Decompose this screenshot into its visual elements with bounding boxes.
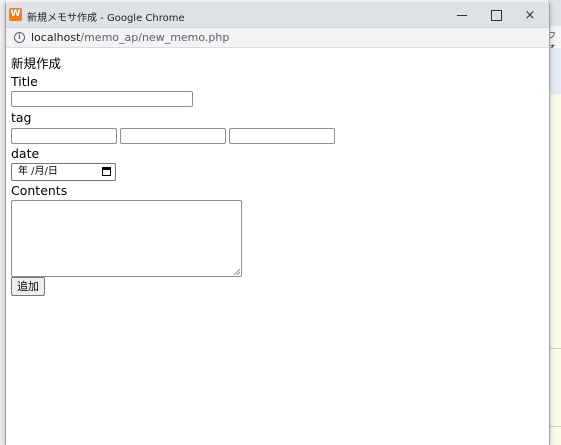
contents-textarea[interactable] (11, 200, 242, 277)
date-input[interactable]: 年 /月/日 (11, 163, 116, 181)
app-icon: W (9, 8, 22, 21)
tag-input-2[interactable] (120, 128, 226, 144)
maximize-button[interactable] (477, 3, 515, 27)
popup-window: W 新規メモサ作成 - Google Chrome × i localhost/… (5, 3, 550, 445)
contents-label: Contents (11, 183, 68, 198)
calendar-icon[interactable] (102, 167, 111, 176)
url-host: localhost (31, 31, 81, 44)
window-titlebar[interactable]: W 新規メモサ作成 - Google Chrome × (6, 3, 549, 28)
minimize-icon (457, 14, 467, 16)
window-title: 新規メモサ作成 - Google Chrome (27, 13, 185, 24)
maximize-icon (490, 9, 502, 21)
title-label: Title (11, 74, 38, 89)
add-button[interactable]: 追加 (11, 277, 45, 296)
date-label: date (11, 146, 40, 161)
date-input-text: 年 /月/日 (18, 166, 58, 177)
url-text[interactable]: localhost/memo_ap/new_memo.php (31, 31, 229, 44)
url-path: /memo_ap/new_memo.php (80, 31, 230, 44)
tag-input-1[interactable] (11, 128, 117, 144)
page-title: 新規作成 (11, 56, 62, 71)
address-bar[interactable]: i localhost/memo_ap/new_memo.php (6, 28, 549, 48)
tag-input-3[interactable] (229, 128, 335, 144)
minimize-button[interactable] (443, 3, 481, 27)
info-icon[interactable]: i (14, 32, 25, 43)
resize-handle-icon[interactable] (234, 269, 240, 275)
title-input[interactable] (11, 91, 193, 107)
close-button[interactable]: × (511, 3, 549, 27)
tag-label: tag (11, 110, 32, 125)
close-icon: × (524, 7, 536, 23)
